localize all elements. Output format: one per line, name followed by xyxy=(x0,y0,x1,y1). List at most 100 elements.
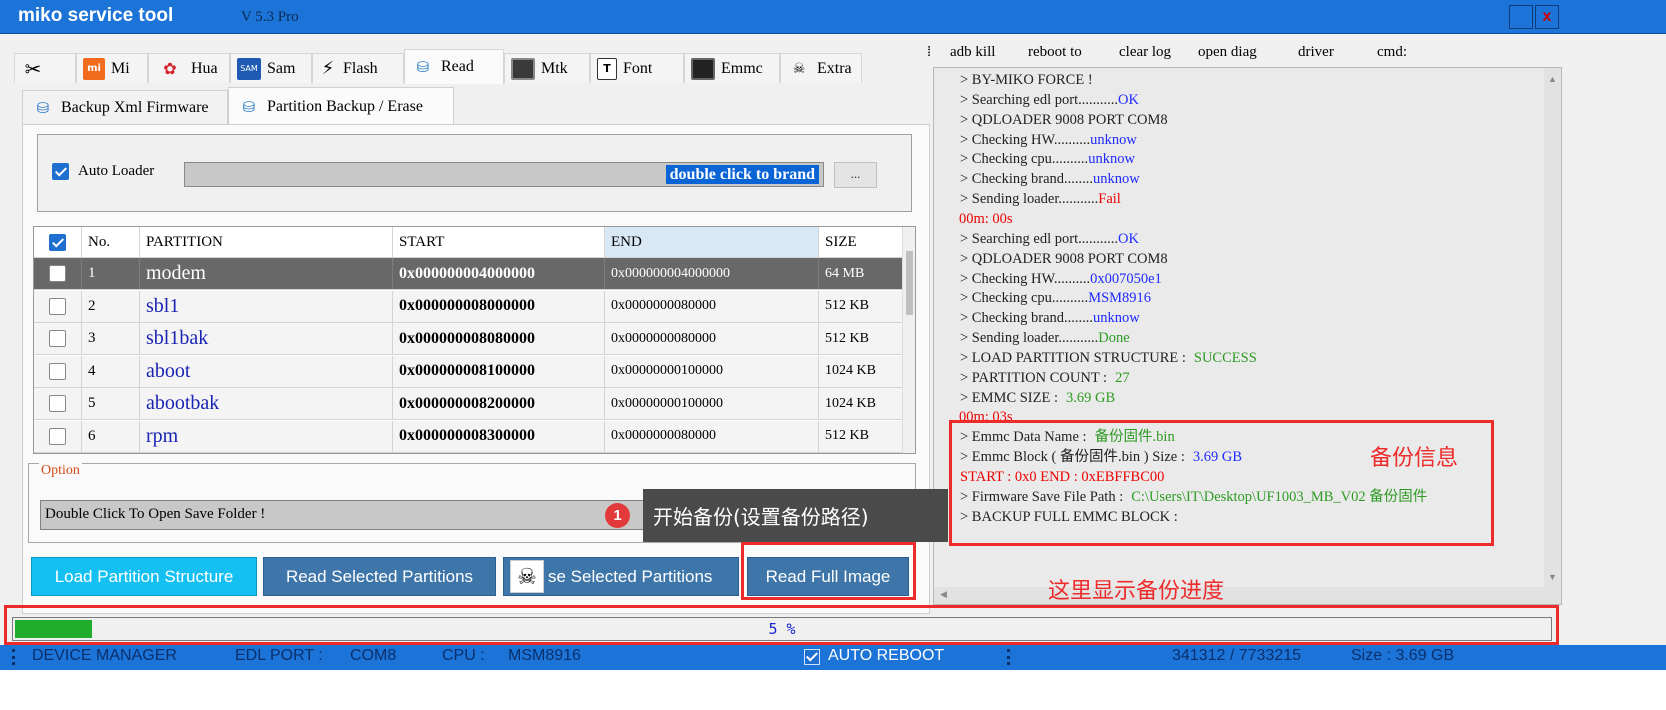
huawei-icon: ✿ xyxy=(163,59,177,78)
log-text: > QDLOADER 9008 PORT COM8 xyxy=(960,111,1168,128)
log-line: > Checking HW..........unknow xyxy=(960,131,1137,150)
log-line: > PARTITION COUNT : 27 xyxy=(960,369,1130,388)
driver-button[interactable]: driver xyxy=(1298,44,1334,61)
row-end: 0x0000000080000 xyxy=(605,420,819,452)
row-end: 0x000000004000000 xyxy=(605,258,819,289)
table-scrollbar[interactable] xyxy=(902,227,915,453)
block-counter: 341312 / 7733215 xyxy=(1172,647,1302,664)
row-size: 512 KB xyxy=(825,330,869,346)
load-partition-structure-button[interactable]: Load Partition Structure xyxy=(31,557,257,596)
app-title: miko service tool xyxy=(18,5,174,26)
browse-loader-button[interactable]: ... xyxy=(834,162,877,188)
subtab-backup-xml-firmware[interactable]: ⛁ Backup Xml Firmware xyxy=(22,90,228,125)
scrollbar-thumb[interactable] xyxy=(906,251,913,315)
table-row[interactable]: 3 sbl1bak 0x000000008080000 0x0000000080000… xyxy=(34,323,902,355)
tab-emmc[interactable]: Emmc xyxy=(684,53,780,83)
tab-sam[interactable]: SAM Sam xyxy=(230,53,312,83)
option-label: Option xyxy=(39,463,82,479)
title-bar: miko service tool V 5.3 Pro x xyxy=(0,0,1666,34)
adb-kill-button[interactable]: adb kill xyxy=(950,44,995,61)
log-text: > Checking brand........ xyxy=(960,171,1094,188)
row-checkbox[interactable] xyxy=(34,420,82,452)
log-scrollbar[interactable]: ▲ ▼ xyxy=(1544,68,1561,604)
row-checkbox[interactable] xyxy=(34,355,82,387)
column-header-start[interactable]: START xyxy=(393,227,605,257)
tab-font[interactable]: T Font xyxy=(590,53,684,83)
subtab-label: Partition Backup / Erase xyxy=(267,97,423,115)
row-checkbox[interactable] xyxy=(34,290,82,322)
row-checkbox[interactable] xyxy=(34,323,82,354)
log-line: > EMMC SIZE : 3.69 GB xyxy=(960,389,1115,408)
row-number: 6 xyxy=(82,420,140,452)
log-value: unknow xyxy=(1088,151,1135,168)
tab-mtk[interactable]: Mtk xyxy=(504,53,590,83)
column-header-no[interactable]: No. xyxy=(82,227,140,257)
table-row[interactable]: 2 sbl1 0x000000008000000 0x0000000080000 512… xyxy=(34,290,902,323)
tab-extra[interactable]: ☠ Extra xyxy=(780,53,862,83)
log-line: 00m: 00s xyxy=(959,210,1013,229)
brand-field[interactable]: double click to brand xyxy=(184,162,824,187)
font-icon: T xyxy=(597,57,617,80)
emmc-icon xyxy=(691,57,715,80)
backup-info-highlight xyxy=(949,420,1494,546)
auto-loader-checkbox[interactable]: Auto Loader xyxy=(52,163,154,180)
read-selected-partitions-button[interactable]: Read Selected Partitions xyxy=(263,557,496,596)
progress-highlight xyxy=(4,605,1559,645)
auto-reboot-checkbox[interactable] xyxy=(804,649,820,665)
erase-selected-partitions-button[interactable]: ☠ se Selected Partitions xyxy=(503,557,739,596)
scroll-down-icon[interactable]: ▼ xyxy=(1548,572,1557,582)
device-manager-link[interactable]: DEVICE MANAGER xyxy=(32,647,177,665)
row-number: 5 xyxy=(82,388,140,419)
row-partition-name: abootbak xyxy=(140,388,393,419)
partition-table: No. PARTITION START END SIZE 1 modem 0x000… xyxy=(33,226,916,454)
checkbox-icon xyxy=(49,362,66,380)
log-text: > Checking cpu.......... xyxy=(960,151,1089,168)
open-diag-button[interactable]: open diag xyxy=(1198,44,1257,61)
table-row[interactable]: 6 rpm 0x000000008300000 0x0000000080000 512 … xyxy=(34,420,902,453)
background-area xyxy=(0,670,1666,710)
backup-tooltip: 开始备份(设置备份路径) xyxy=(643,489,948,542)
log-value: Done xyxy=(1098,330,1130,347)
log-value: Fail xyxy=(1098,191,1121,208)
select-all-checkbox[interactable] xyxy=(34,227,82,257)
row-end: 0x00000000100000 xyxy=(605,355,819,387)
column-header-end[interactable]: END xyxy=(605,227,819,257)
scroll-up-icon[interactable]: ▲ xyxy=(1548,74,1557,84)
log-value: OK xyxy=(1117,91,1139,108)
tab-label: Sam xyxy=(267,59,296,77)
reboot-to-button[interactable]: reboot to xyxy=(1028,44,1082,61)
column-header-partition[interactable]: PARTITION xyxy=(140,227,393,257)
log-text: > BY-MIKO FORCE ! xyxy=(960,72,1093,88)
table-row[interactable]: 5 abootbak 0x000000008200000 0x000000001000… xyxy=(34,388,902,420)
tab-flash[interactable]: ⚡ Flash xyxy=(312,53,404,83)
row-start: 0x000000008300000 xyxy=(393,420,605,452)
minimize-button[interactable] xyxy=(1509,5,1533,29)
tab-mi[interactable]: mi Mi xyxy=(76,53,148,83)
tab-label: Emmc xyxy=(721,59,763,77)
row-checkbox[interactable] xyxy=(34,388,82,419)
log-value: 0x007050e1 xyxy=(1090,270,1162,287)
tab-tools[interactable]: ✂ xyxy=(14,53,76,83)
lightning-icon: ⚡ xyxy=(321,58,335,79)
table-row[interactable]: 1 modem 0x000000004000000 0x000000004000000… xyxy=(34,258,902,290)
status-grip xyxy=(12,649,15,665)
close-button[interactable]: x xyxy=(1535,5,1559,29)
log-text: > Checking HW.......... xyxy=(960,131,1091,148)
database-icon: ⛁ xyxy=(36,99,50,117)
subtab-partition-backup-erase[interactable]: ⛁ Partition Backup / Erase xyxy=(228,87,454,125)
row-checkbox[interactable] xyxy=(34,258,82,289)
scroll-left-icon[interactable]: ◀ xyxy=(940,589,947,600)
backup-info-annotation: 备份信息 xyxy=(1370,446,1459,471)
clear-log-button[interactable]: clear log xyxy=(1119,44,1171,61)
log-horizontal-scrollbar[interactable]: ◀ xyxy=(934,587,1546,604)
row-start: 0x000000008100000 xyxy=(393,355,605,387)
tab-read[interactable]: ⛁ Read xyxy=(404,49,504,84)
tab-hua[interactable]: ✿ Hua xyxy=(148,53,230,83)
tab-label: Extra xyxy=(817,59,852,77)
table-row[interactable]: 4 aboot 0x000000008100000 0x00000000100000 1… xyxy=(34,355,902,388)
log-line: > QDLOADER 9008 PORT COM8 xyxy=(960,111,1168,130)
row-number: 3 xyxy=(82,323,140,354)
column-header-size[interactable]: SIZE xyxy=(819,227,902,257)
samsung-icon: SAM xyxy=(237,57,261,80)
log-line: > Checking cpu..........unknow xyxy=(960,150,1135,169)
